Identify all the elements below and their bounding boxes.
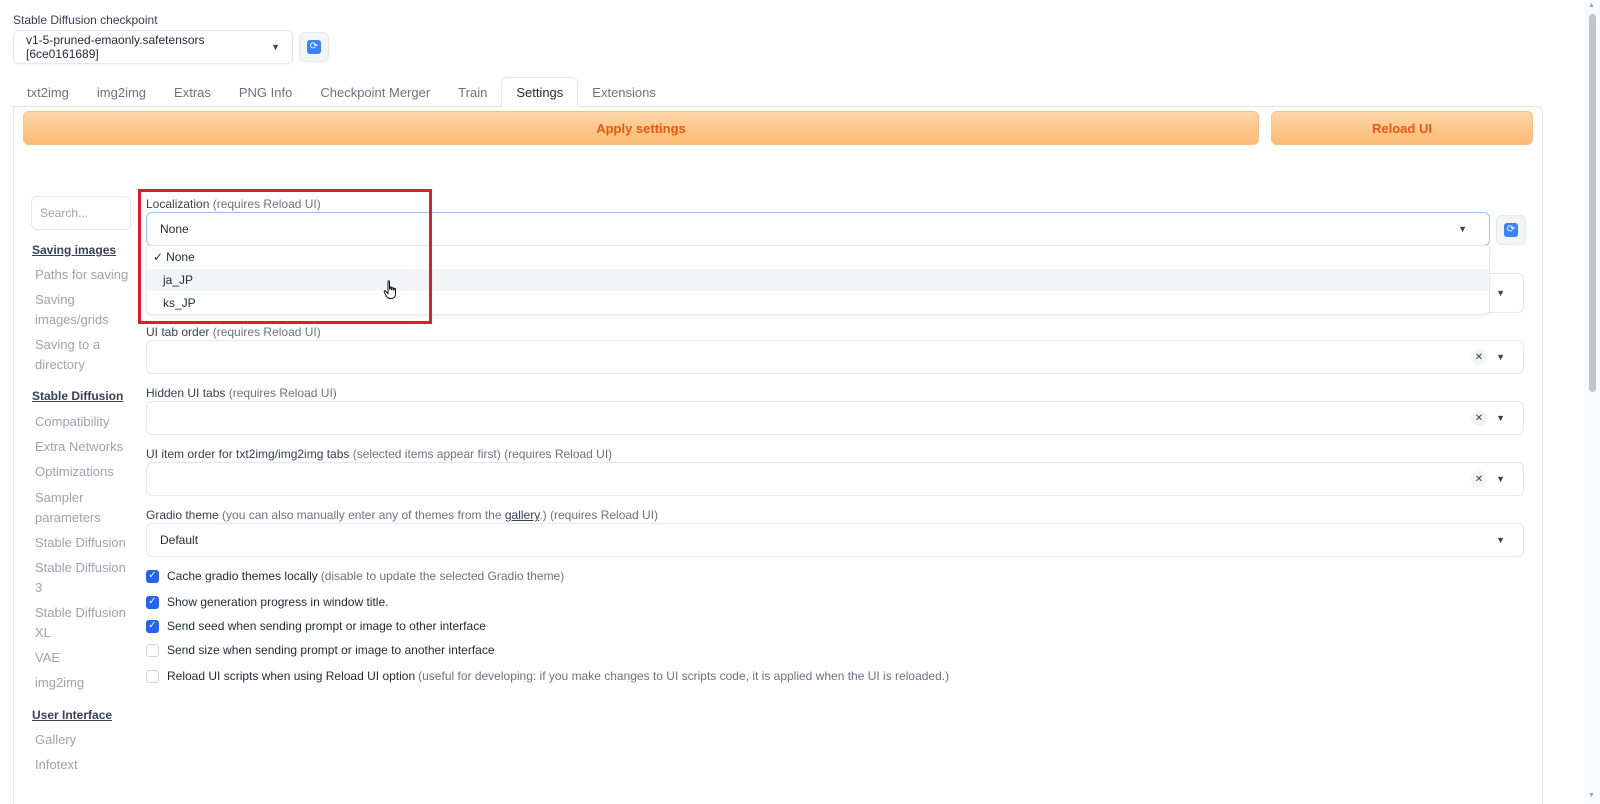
tab-txt2img[interactable]: txt2img xyxy=(13,77,83,107)
refresh-checkpoint-button[interactable]: ⟳ xyxy=(299,32,329,62)
apply-settings-button[interactable]: Apply settings xyxy=(23,111,1259,145)
caret-down-icon: ▼ xyxy=(1496,535,1505,545)
gradio-theme-label: Gradio theme (you can also manually ente… xyxy=(146,508,658,522)
hidden-tabs-note: (requires Reload UI) xyxy=(228,386,337,400)
checkbox-box[interactable] xyxy=(146,643,159,657)
tab-order-label-text: UI tab order xyxy=(146,325,210,339)
checkbox-label: Show generation progress in window title… xyxy=(167,595,389,609)
tab-settings[interactable]: Settings xyxy=(501,77,579,107)
highlight-box xyxy=(138,189,432,324)
clear-icon[interactable]: ✕ xyxy=(1471,471,1487,487)
gradio-theme-note-end: .) (requires Reload UI) xyxy=(539,508,659,522)
hidden-tabs-multiselect[interactable]: ✕ ▼ xyxy=(146,401,1524,435)
gradio-theme-dropdown[interactable]: Default ▼ xyxy=(146,523,1524,557)
item-order-multiselect[interactable]: ✕ ▼ xyxy=(146,462,1524,496)
tab-order-multiselect[interactable]: ✕ ▼ xyxy=(146,340,1524,374)
sidebar-section-stable-diffusion[interactable]: Stable Diffusion xyxy=(32,389,123,403)
checkbox-label: Send size when sending prompt or image t… xyxy=(167,643,495,657)
scroll-down-icon[interactable]: ▼ xyxy=(1588,792,1595,799)
checkbox-send-size[interactable]: Send size when sending prompt or image t… xyxy=(146,643,495,657)
checkbox-label: Reload UI scripts when using Reload UI o… xyxy=(167,669,416,683)
gradio-theme-note: (you can also manually enter any of them… xyxy=(222,508,502,522)
scrollbar-thumb[interactable] xyxy=(1589,14,1596,392)
caret-down-icon: ▼ xyxy=(1496,413,1505,423)
settings-search-input[interactable] xyxy=(31,196,131,230)
sidebar-item-sampler-parameters[interactable]: Sampler parameters xyxy=(35,488,130,528)
tab-extras[interactable]: Extras xyxy=(160,77,225,107)
tab-checkpoint-merger[interactable]: Checkpoint Merger xyxy=(306,77,444,107)
caret-down-icon: ▼ xyxy=(271,42,280,52)
hand-cursor-icon xyxy=(383,280,399,303)
checkmark-icon[interactable]: ✓ xyxy=(146,619,159,633)
sidebar-section-saving-images[interactable]: Saving images xyxy=(32,243,116,257)
caret-down-icon: ▼ xyxy=(1496,474,1505,484)
sidebar-item-paths-for-saving[interactable]: Paths for saving xyxy=(35,265,130,285)
clear-icon[interactable]: ✕ xyxy=(1471,410,1487,426)
sidebar-item-extra-networks[interactable]: Extra Networks xyxy=(35,437,130,457)
tab-order-note: (requires Reload UI) xyxy=(212,325,321,339)
checkbox-label: Send seed when sending prompt or image t… xyxy=(167,619,486,633)
sidebar-item-infotext[interactable]: Infotext xyxy=(35,755,130,775)
checkbox-progress-title[interactable]: ✓ Show generation progress in window tit… xyxy=(146,595,388,609)
caret-down-icon: ▼ xyxy=(1496,288,1505,298)
checkbox-note: (useful for developing: if you make chan… xyxy=(418,669,950,683)
tab-order-label: UI tab order (requires Reload UI) xyxy=(146,325,321,339)
sidebar-item-compatibility[interactable]: Compatibility xyxy=(35,412,130,432)
checkbox-reload-scripts[interactable]: Reload UI scripts when using Reload UI o… xyxy=(146,669,949,683)
gradio-theme-value: Default xyxy=(160,533,199,547)
refresh-icon: ⟳ xyxy=(307,40,321,54)
checkbox-label: Cache gradio themes locally xyxy=(167,569,318,583)
checkbox-cache-themes[interactable]: ✓ Cache gradio themes locally (disable t… xyxy=(146,569,564,583)
gallery-link[interactable]: gallery xyxy=(505,508,539,522)
sidebar-item-saving-to-directory[interactable]: Saving to a directory xyxy=(35,335,130,375)
caret-down-icon: ▼ xyxy=(1496,352,1505,362)
main-tabs: txt2img img2img Extras PNG Info Checkpoi… xyxy=(13,77,670,107)
checkpoint-label: Stable Diffusion checkpoint xyxy=(13,13,158,27)
tab-img2img[interactable]: img2img xyxy=(83,77,160,107)
checkbox-send-seed[interactable]: ✓ Send seed when sending prompt or image… xyxy=(146,619,486,633)
sidebar-item-gallery[interactable]: Gallery xyxy=(35,730,130,750)
refresh-localization-button[interactable]: ⟳ xyxy=(1496,215,1526,245)
checkpoint-dropdown[interactable]: v1-5-pruned-emaonly.safetensors [6ce0161… xyxy=(13,30,293,64)
sidebar-item-vae[interactable]: VAE xyxy=(35,648,130,668)
clear-icon[interactable]: ✕ xyxy=(1471,349,1487,365)
refresh-icon: ⟳ xyxy=(1504,223,1518,237)
sidebar-item-img2img[interactable]: img2img xyxy=(35,673,130,693)
checkmark-icon[interactable]: ✓ xyxy=(146,595,159,609)
caret-down-icon: ▼ xyxy=(1458,224,1467,234)
sidebar-item-saving-images-grids[interactable]: Saving images/grids xyxy=(35,290,130,330)
item-order-label-text: UI item order for txt2img/img2img tabs xyxy=(146,447,350,461)
sidebar-item-stable-diffusion-3[interactable]: Stable Diffusion 3 xyxy=(35,558,130,598)
checkpoint-value: v1-5-pruned-emaonly.safetensors [6ce0161… xyxy=(26,33,205,61)
checkmark-icon[interactable]: ✓ xyxy=(146,569,159,583)
item-order-note: (selected items appear first) (requires … xyxy=(352,447,613,461)
scroll-up-icon[interactable]: ▲ xyxy=(1588,2,1595,9)
hidden-tabs-label-text: Hidden UI tabs xyxy=(146,386,226,400)
item-order-label: UI item order for txt2img/img2img tabs (… xyxy=(146,447,612,461)
sidebar-section-user-interface[interactable]: User Interface xyxy=(32,708,112,722)
reload-ui-button[interactable]: Reload UI xyxy=(1271,111,1533,145)
hidden-tabs-label: Hidden UI tabs (requires Reload UI) xyxy=(146,386,337,400)
checkbox-box[interactable] xyxy=(146,669,159,683)
sidebar-item-optimizations[interactable]: Optimizations xyxy=(35,462,130,482)
tab-train[interactable]: Train xyxy=(444,77,501,107)
tab-extensions[interactable]: Extensions xyxy=(578,77,670,107)
sidebar-item-stable-diffusion[interactable]: Stable Diffusion xyxy=(35,533,130,553)
sidebar-item-stable-diffusion-xl[interactable]: Stable Diffusion XL xyxy=(35,603,130,643)
checkbox-note: (disable to update the selected Gradio t… xyxy=(320,569,565,583)
tab-png-info[interactable]: PNG Info xyxy=(225,77,306,107)
gradio-theme-label-text: Gradio theme xyxy=(146,508,219,522)
